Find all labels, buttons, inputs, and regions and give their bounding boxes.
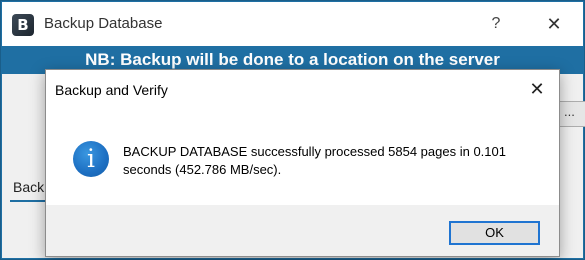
dialog-close-button[interactable]: ✕	[521, 76, 553, 102]
backup-verify-dialog: Backup and Verify ✕ i BACKUP DATABASE su…	[45, 69, 560, 257]
ok-button[interactable]: OK	[449, 221, 540, 245]
app-logo-icon: B	[12, 14, 34, 36]
back-window-close-button[interactable]: ✕	[542, 12, 566, 36]
tab-backup[interactable]: Backu	[10, 172, 50, 202]
dialog-message: BACKUP DATABASE successfully processed 5…	[123, 144, 506, 177]
dialog-body: i BACKUP DATABASE successfully processed…	[46, 108, 559, 205]
back-window-titlebar: B Backup Database ? ✕	[2, 2, 583, 46]
info-icon: i	[73, 141, 109, 177]
browse-button[interactable]: ...	[557, 101, 585, 127]
dialog-title: Backup and Verify	[55, 82, 168, 98]
back-window-title: Backup Database	[44, 15, 163, 32]
help-button[interactable]: ?	[484, 12, 508, 36]
dialog-footer: OK	[46, 205, 559, 256]
dialog-titlebar: Backup and Verify ✕	[46, 70, 559, 108]
